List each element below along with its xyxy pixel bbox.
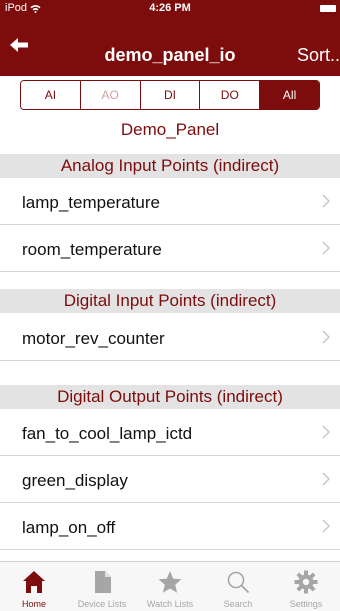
tab-settings[interactable]: Settings xyxy=(272,562,340,611)
chevron-right-icon xyxy=(322,241,330,255)
filter-segment-do[interactable]: DO xyxy=(200,81,261,109)
point-type-filter: AI AO DI DO All xyxy=(20,80,320,110)
point-name: lamp_on_off xyxy=(22,518,116,537)
tab-label: Watch Lists xyxy=(146,599,194,609)
point-row[interactable]: green_display xyxy=(0,457,340,503)
point-name: motor_rev_counter xyxy=(22,329,165,348)
chevron-right-icon xyxy=(322,472,330,486)
chevron-right-icon xyxy=(322,519,330,533)
panel-title: Demo_Panel xyxy=(120,120,220,139)
tab-bar: Home Device Lists Watch Lists Search Setting… xyxy=(0,561,340,611)
point-row[interactable]: room_temperature xyxy=(0,226,340,272)
filter-segment-all[interactable]: All xyxy=(260,81,319,109)
point-name: green_display xyxy=(22,471,128,490)
point-name: lamp_temperature xyxy=(22,193,160,212)
nav-bar: demo_panel_io Sort.. xyxy=(0,26,340,70)
point-row[interactable]: lamp_on_off xyxy=(0,504,340,550)
sort-button[interactable]: Sort.. xyxy=(297,45,340,66)
clock: 4:26 PM xyxy=(149,2,191,14)
tab-label: Home xyxy=(21,599,46,609)
chevron-right-icon xyxy=(322,194,330,208)
point-name: fan_to_cool_lamp_ictd xyxy=(22,424,193,443)
star-icon xyxy=(158,571,182,593)
filter-segment-ai[interactable]: AI xyxy=(21,81,81,109)
search-icon xyxy=(227,571,250,594)
gear-icon xyxy=(294,570,318,594)
tab-label: Device Lists xyxy=(77,599,127,609)
section-header: Digital Output Points (indirect) xyxy=(0,385,340,409)
chevron-right-icon xyxy=(322,330,330,344)
tab-label: Search xyxy=(223,599,253,609)
filter-segment-ao[interactable]: AO xyxy=(80,81,141,109)
tab-search[interactable]: Search xyxy=(204,562,272,611)
chevron-right-icon xyxy=(322,425,330,439)
tab-device-lists[interactable]: Device Lists xyxy=(68,562,136,611)
section-header: Analog Input Points (indirect) xyxy=(0,154,340,178)
tab-watch-lists[interactable]: Watch Lists xyxy=(136,562,204,611)
point-row[interactable]: fan_to_cool_lamp_ictd xyxy=(0,410,340,456)
section-header: Digital Input Points (indirect) xyxy=(0,289,340,313)
document-icon xyxy=(95,571,111,593)
status-bar: iPod 4:26 PM xyxy=(0,0,340,18)
filter-segment-di[interactable]: DI xyxy=(140,81,201,109)
point-row[interactable]: lamp_temperature xyxy=(0,179,340,225)
page-title: demo_panel_io xyxy=(104,45,236,65)
tab-home[interactable]: Home xyxy=(0,562,68,611)
tab-label: Settings xyxy=(289,599,323,609)
point-name: room_temperature xyxy=(22,240,162,259)
point-row[interactable]: motor_rev_counter xyxy=(0,315,340,361)
home-icon xyxy=(23,571,45,593)
header: iPod 4:26 PM demo_panel_io Sort.. xyxy=(0,0,340,76)
battery-icon xyxy=(320,5,336,12)
